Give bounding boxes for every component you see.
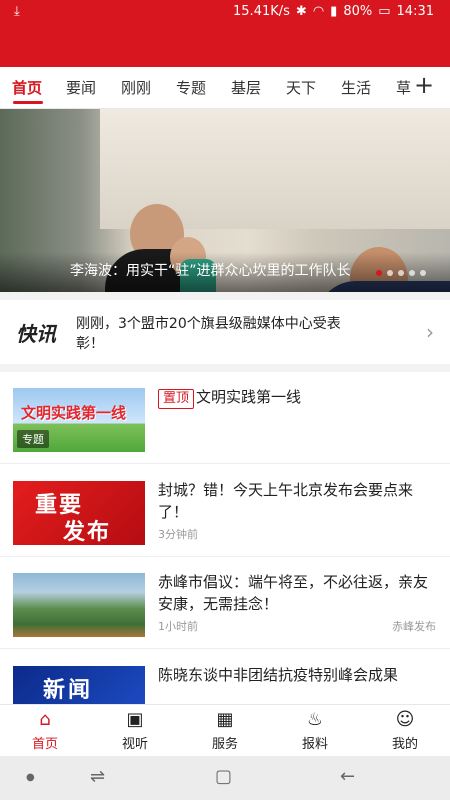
status-bar: ⤓ 15.41K/s ✱ ◠ ▮ 80% ▭ 14:31 — [0, 0, 450, 67]
clock: 14:31 — [396, 4, 434, 19]
nav-av[interactable]: ▣ 视听 — [90, 705, 180, 756]
news-time: 3分钟前 — [158, 528, 198, 541]
nav-services[interactable]: ▦ 服务 — [180, 705, 270, 756]
list-item[interactable]: 文明实践第一线 专题 置顶 文明实践第一线 — [0, 372, 450, 464]
flash-news-logo: 快讯 — [16, 322, 56, 346]
tab-grassland[interactable]: 草 — [396, 77, 411, 98]
recents-icon[interactable]: ⇌ — [90, 766, 105, 787]
thumb-title: 发布 — [63, 520, 112, 545]
tv-icon: ▣ — [126, 709, 144, 730]
network-speed: 15.41K/s — [233, 4, 290, 19]
list-item[interactable]: 新闻 陈晓东谈中非团结抗疫特别峰会成果 — [0, 650, 450, 730]
back-icon[interactable]: ← — [340, 766, 355, 787]
news-thumbnail: 重要 发布 — [13, 481, 145, 545]
thumb-title: 新闻 — [43, 678, 94, 703]
battery-level: 80% — [343, 4, 373, 19]
flash-news-text: 刚刚，3个盟市20个旗县级融媒体中心受表彰！ — [76, 316, 341, 352]
tab-world[interactable]: 天下 — [286, 77, 316, 98]
carousel-dot — [376, 270, 382, 276]
home-button-icon[interactable]: ▢ — [215, 766, 232, 787]
carousel-dot — [420, 270, 426, 276]
banner-caption: 李海波：用实干“驻”进群众心坎里的工作队长 — [70, 263, 351, 279]
carousel-dot — [387, 270, 393, 276]
fire-icon: ♨ — [306, 709, 324, 730]
list-item[interactable]: 重要 发布 封城？错！今天上午北京发布会要点来了！ 3分钟前 — [0, 465, 450, 557]
news-title: 封城？错！今天上午北京发布会要点来了！ — [158, 481, 414, 521]
news-title: 文明实践第一线 — [196, 388, 302, 406]
grid-icon: ▦ — [216, 709, 234, 730]
thumb-title: 文明实践第一线 — [21, 404, 127, 422]
tab-life[interactable]: 生活 — [341, 77, 371, 98]
section-divider — [0, 364, 450, 372]
user-icon: ☺ — [395, 709, 415, 730]
section-divider — [0, 292, 450, 300]
news-time: 1小时前 — [158, 620, 198, 633]
news-thumbnail — [13, 573, 145, 637]
news-source: 赤峰发布 — [392, 620, 436, 633]
home-icon: ⌂ — [39, 709, 51, 730]
list-item[interactable]: 赤峰市倡议：端午将至，不必往返，亲友安康，无需挂念！ 1小时前 赤峰发布 — [0, 557, 450, 649]
bluetooth-icon: ✱ — [295, 4, 307, 19]
carousel-dot — [398, 270, 404, 276]
nav-home[interactable]: ⌂ 首页 — [0, 705, 90, 756]
battery-icon: ▭ — [378, 4, 391, 19]
topic-tag: 专题 — [17, 430, 49, 448]
carousel-dots — [376, 270, 426, 276]
flash-news-bar[interactable]: 快讯 刚刚，3个盟市20个旗县级融媒体中心受表彰！ › — [0, 300, 450, 364]
chevron-right-icon: › — [426, 320, 434, 344]
pinned-badge: 置顶 — [158, 389, 195, 409]
hero-banner[interactable]: 李海波：用实干“驻”进群众心坎里的工作队长 — [0, 109, 450, 292]
wifi-icon: ◠ — [312, 4, 325, 19]
tab-home[interactable]: 首页 — [12, 77, 42, 98]
channel-tabs: 首页 要闻 刚刚 专题 基层 天下 生活 草 + — [0, 67, 450, 109]
signal-icon: ▮ — [330, 4, 338, 19]
carousel-dot — [409, 270, 415, 276]
bottom-nav: ⌂ 首页 ▣ 视听 ▦ 服务 ♨ 报料 ☺ 我的 — [0, 704, 450, 756]
nav-report[interactable]: ♨ 报料 — [270, 705, 360, 756]
news-title: 陈晓东谈中非团结抗疫特别峰会成果 — [158, 666, 399, 684]
tab-topics[interactable]: 专题 — [176, 77, 206, 98]
tab-grassroots[interactable]: 基层 — [231, 77, 261, 98]
tab-headlines[interactable]: 要闻 — [66, 77, 96, 98]
active-tab-indicator — [13, 101, 43, 104]
tab-just-now[interactable]: 刚刚 — [121, 77, 151, 98]
system-nav-bar: ● ⇌ ▢ ← — [0, 756, 450, 800]
add-channel-icon[interactable]: + — [414, 73, 434, 97]
dot-icon[interactable]: ● — [26, 772, 35, 783]
news-title: 赤峰市倡议：端午将至，不必往返，亲友安康，无需挂念！ — [158, 573, 429, 613]
download-icon: ⤓ — [14, 4, 20, 19]
nav-mine[interactable]: ☺ 我的 — [360, 705, 450, 756]
news-thumbnail: 文明实践第一线 专题 — [13, 388, 145, 452]
